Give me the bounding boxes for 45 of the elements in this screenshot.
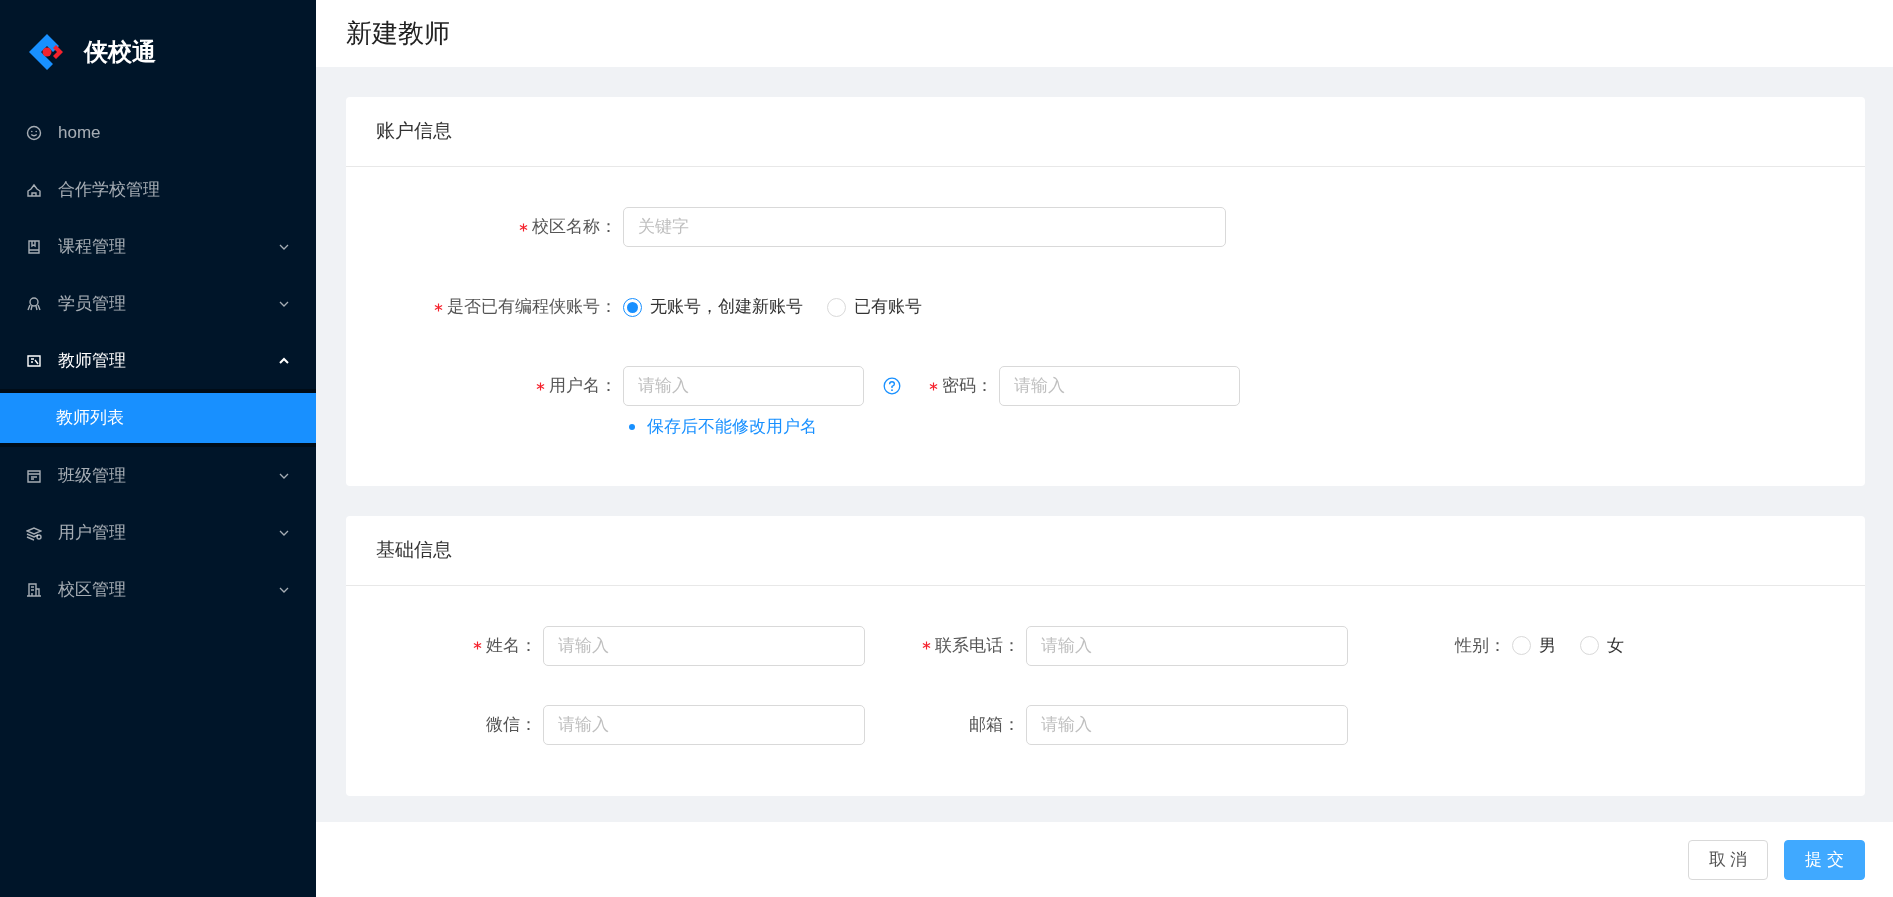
stack-icon — [26, 524, 42, 541]
text-input[interactable]: 关键字 — [623, 207, 1226, 247]
window-icon — [26, 467, 42, 484]
card-title: 基础信息 — [346, 515, 1865, 586]
text-input[interactable]: 请输入 — [543, 704, 865, 745]
field-label: 姓名： — [486, 634, 537, 657]
text-input[interactable]: 请输入 — [999, 366, 1240, 406]
help-icon[interactable] — [883, 377, 901, 395]
field-label: 是否已有编程侠账号： — [447, 296, 617, 319]
field-label: 用户名： — [549, 375, 617, 398]
submenu-item[interactable]: 学员管理 — [0, 275, 316, 332]
person-icon — [26, 295, 42, 312]
submenu-item[interactable]: 教师管理 — [0, 332, 316, 389]
field-label: 邮箱： — [969, 713, 1020, 736]
field-label: 联系电话： — [935, 634, 1020, 657]
submenu-item[interactable]: 用户管理 — [0, 504, 316, 561]
text-input[interactable]: 请输入 — [543, 625, 865, 666]
menu-item[interactable]: home — [0, 104, 316, 161]
radio-button[interactable] — [623, 297, 642, 317]
radio-option[interactable]: 已有账号 — [827, 294, 922, 320]
field-label: 密码： — [942, 375, 993, 398]
radio-option[interactable]: 无账号，创建新账号 — [623, 294, 803, 320]
logo-text: 侠校通 — [84, 37, 156, 67]
submenu-item[interactable]: 课程管理 — [0, 218, 316, 275]
smile-icon — [26, 124, 42, 141]
page-title: 新建教师 — [346, 17, 450, 50]
book-icon — [26, 238, 42, 255]
text-input[interactable]: 请输入 — [623, 366, 864, 406]
radio-option[interactable]: 女 — [1580, 632, 1624, 659]
field-label: 性别： — [1455, 634, 1506, 657]
field-label: 微信： — [486, 713, 537, 736]
radio-option[interactable]: 男 — [1512, 632, 1556, 659]
office-building-icon — [26, 581, 42, 598]
hint-text: 保存后不能修改用户名 — [647, 416, 817, 438]
text-input[interactable]: 请输入 — [1026, 625, 1348, 666]
submenu-item[interactable]: 班级管理 — [0, 447, 316, 504]
submenu-item[interactable]: 校区管理 — [0, 561, 316, 618]
text-input[interactable]: 请输入 — [1026, 704, 1348, 745]
id-card-icon — [26, 352, 42, 369]
bullet-icon — [629, 423, 635, 430]
building-icon — [26, 181, 42, 198]
field-label: 校区名称： — [532, 216, 617, 239]
menu-item[interactable]: 合作学校管理 — [0, 161, 316, 218]
cancel-button[interactable]: 取 消 — [1687, 839, 1769, 880]
card-title: 账户信息 — [346, 97, 1865, 167]
